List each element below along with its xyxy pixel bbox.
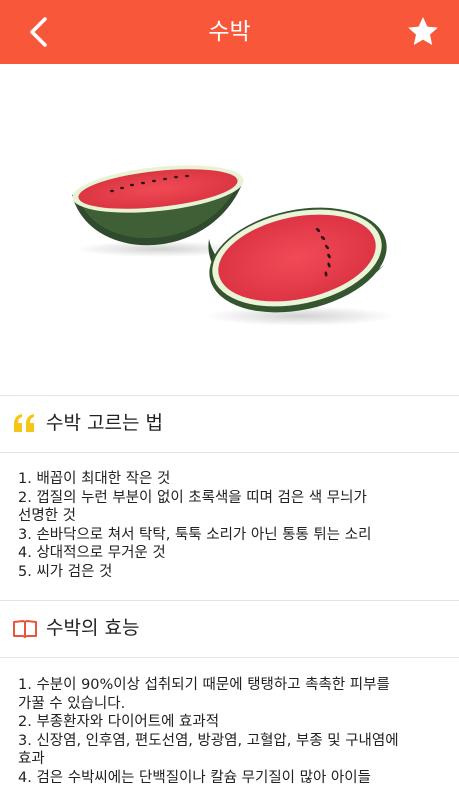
favorite-button[interactable] — [405, 14, 441, 50]
page-title: 수박 — [0, 16, 459, 48]
watermelon-illustration — [0, 64, 459, 395]
watermelon-image — [0, 64, 459, 396]
list-item: 2. 껍질의 누런 부분이 없이 초록색을 띠며 검은 색 무늬가 — [18, 489, 448, 508]
book-icon — [12, 617, 38, 641]
section-header-choosing: 수박 고르는 법 — [0, 396, 459, 453]
list-item: 5. 씨가 검은 것 — [18, 563, 448, 582]
app-header: 수박 — [0, 0, 459, 64]
star-icon — [405, 14, 441, 50]
list-item: 4. 상대적으로 무거운 것 — [18, 544, 448, 563]
list-item: 3. 신장염, 인후염, 편도선염, 방광염, 고혈압, 부종 및 구내염에 — [18, 732, 448, 751]
choosing-tips-list: 1. 배꼽이 최대한 작은 것 2. 껍질의 누런 부분이 없이 초록색을 띠며… — [18, 470, 448, 581]
list-item: 3. 손바닥으로 쳐서 탁탁, 툭툭 소리가 아닌 통통 튀는 소리 — [18, 526, 448, 545]
list-item: 1. 수분이 90%이상 섭취되기 때문에 탱탱하고 촉촉한 피부를 — [18, 676, 448, 695]
list-item: 1. 배꼽이 최대한 작은 것 — [18, 470, 448, 489]
list-item: 2. 부종환자와 다이어트에 효과적 — [18, 713, 448, 732]
section-title: 수박의 효능 — [46, 615, 139, 641]
list-item: 가꿀 수 있습니다. — [18, 695, 448, 714]
list-item: 선명한 것 — [18, 507, 448, 526]
quote-icon — [12, 412, 38, 436]
benefits-list: 1. 수분이 90%이상 섭취되기 때문에 탱탱하고 촉촉한 피부를 가꿀 수 … — [18, 676, 448, 787]
section-header-benefits: 수박의 효능 — [0, 601, 459, 658]
section-title: 수박 고르는 법 — [46, 410, 163, 436]
list-item: 4. 검은 수박씨에는 단백질이나 칼슘 무기질이 많아 아이들 — [18, 769, 448, 787]
list-item: 효과 — [18, 750, 448, 769]
